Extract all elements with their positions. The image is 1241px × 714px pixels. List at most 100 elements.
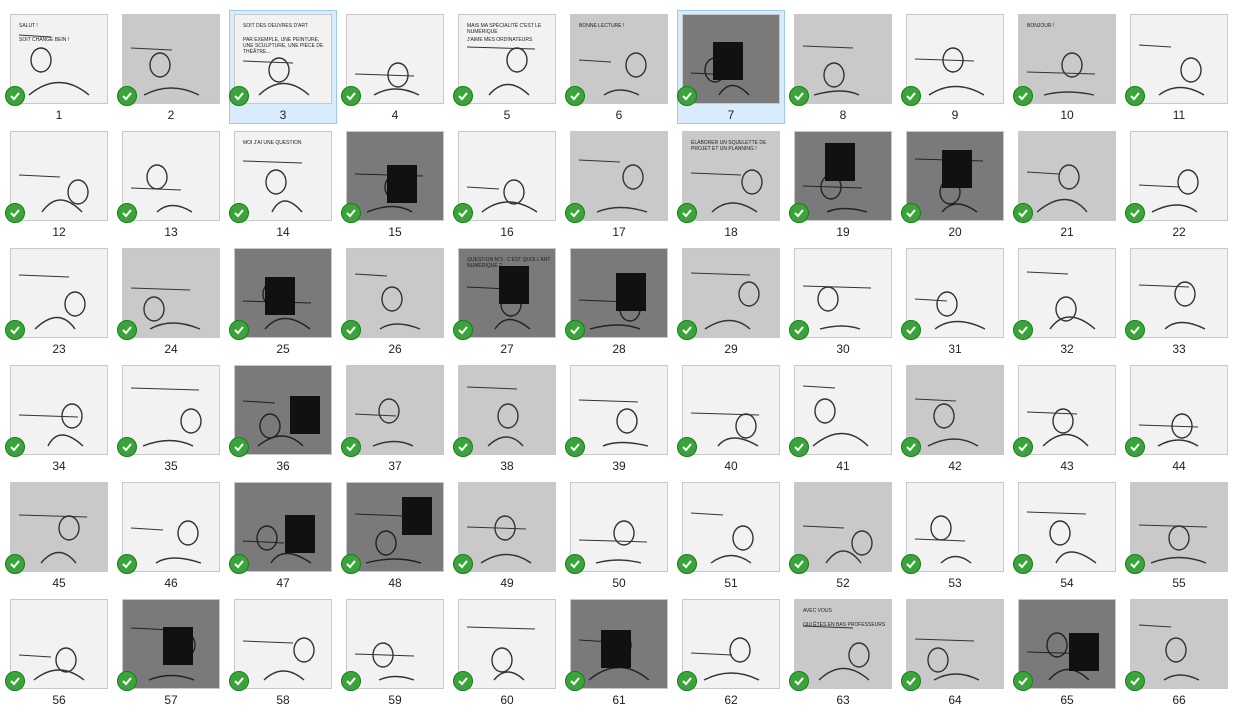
- thumbnail-item[interactable]: 19: [789, 127, 897, 241]
- thumbnail-item[interactable]: 57: [117, 595, 225, 709]
- thumbnail-item[interactable]: 35: [117, 361, 225, 475]
- thumbnail-grid: SALUT ! SOIT CHANGÉ BEIN ! 1 2 SOIT DES OEUV…: [0, 0, 1241, 714]
- thumbnail-item[interactable]: 37: [341, 361, 449, 475]
- thumbnail-item[interactable]: 45: [5, 478, 113, 592]
- thumbnail-item[interactable]: 40: [677, 361, 785, 475]
- green-check-icon: [1013, 203, 1033, 223]
- thumbnail-item[interactable]: 34: [5, 361, 113, 475]
- thumbnail-item[interactable]: 47: [229, 478, 337, 592]
- thumbnail-item[interactable]: 53: [901, 478, 1009, 592]
- thumbnail-label: 16: [500, 225, 514, 239]
- thumbnail-label: 26: [388, 342, 402, 356]
- thumbnail-item[interactable]: 66: [1125, 595, 1233, 709]
- thumbnail-item[interactable]: 7: [677, 10, 785, 124]
- thumbnail-item[interactable]: 11: [1125, 10, 1233, 124]
- thumbnail-item[interactable]: 28: [565, 244, 673, 358]
- thumbnail-image: [1018, 482, 1116, 572]
- thumbnail-item[interactable]: 38: [453, 361, 561, 475]
- thumbnail-item[interactable]: 65: [1013, 595, 1121, 709]
- thumbnail-item[interactable]: 36: [229, 361, 337, 475]
- thumbnail-item[interactable]: 17: [565, 127, 673, 241]
- thumbnail-item[interactable]: 24: [117, 244, 225, 358]
- thumbnail-item[interactable]: 2: [117, 10, 225, 124]
- thumbnail-item[interactable]: 59: [341, 595, 449, 709]
- thumbnail-item[interactable]: 42: [901, 361, 1009, 475]
- green-check-icon: [1125, 203, 1145, 223]
- thumbnail-item[interactable]: 58: [229, 595, 337, 709]
- thumbnail-item[interactable]: MAIS MA SPÉCIALITÉ C'EST LE NUMÉRIQUE J'A…: [453, 10, 561, 124]
- thumbnail-image: QUESTION N°3 : C'EST QUOI L'ART NUMÉRIQU…: [458, 248, 556, 338]
- thumbnail-item[interactable]: 49: [453, 478, 561, 592]
- thumbnail-label: 39: [612, 459, 626, 473]
- green-check-icon: [901, 671, 921, 691]
- thumbnail-item[interactable]: 8: [789, 10, 897, 124]
- green-check-icon: [789, 554, 809, 574]
- thumbnail-item[interactable]: 64: [901, 595, 1009, 709]
- thumbnail-label: 20: [948, 225, 962, 239]
- thumbnail-item[interactable]: AVEC VOUS QUI ÊTES EN BAS PROFESSEURS 63: [789, 595, 897, 709]
- thumbnail-caption: J'AIME MES ORDINATEURS: [467, 37, 533, 43]
- thumbnail-item[interactable]: 16: [453, 127, 561, 241]
- thumbnail-item[interactable]: 30: [789, 244, 897, 358]
- thumbnail-item[interactable]: 44: [1125, 361, 1233, 475]
- thumbnail-item[interactable]: 9: [901, 10, 1009, 124]
- thumbnail-image: [122, 365, 220, 455]
- thumbnail-item[interactable]: 20: [901, 127, 1009, 241]
- green-check-icon: [453, 437, 473, 457]
- thumbnail-image: [570, 482, 668, 572]
- green-check-icon: [5, 671, 25, 691]
- thumbnail-item[interactable]: 15: [341, 127, 449, 241]
- thumbnail-item[interactable]: 54: [1013, 478, 1121, 592]
- thumbnail-image: [1018, 365, 1116, 455]
- thumbnail-item[interactable]: MOI J'AI UNE QUESTION 14: [229, 127, 337, 241]
- thumbnail-item[interactable]: 31: [901, 244, 1009, 358]
- thumbnail-item[interactable]: 13: [117, 127, 225, 241]
- thumbnail-image: [10, 131, 108, 221]
- green-check-icon: [1013, 671, 1033, 691]
- thumbnail-item[interactable]: BONNE LECTURE ! 6: [565, 10, 673, 124]
- green-check-icon: [901, 320, 921, 340]
- thumbnail-item[interactable]: 61: [565, 595, 673, 709]
- thumbnail-item[interactable]: 39: [565, 361, 673, 475]
- thumbnail-item[interactable]: 60: [453, 595, 561, 709]
- thumbnail-item[interactable]: 50: [565, 478, 673, 592]
- thumbnail-item[interactable]: 32: [1013, 244, 1121, 358]
- thumbnail-item[interactable]: 52: [789, 478, 897, 592]
- thumbnail-item[interactable]: 25: [229, 244, 337, 358]
- thumbnail-item[interactable]: 33: [1125, 244, 1233, 358]
- thumbnail-item[interactable]: ÉLABORER UN SQUELETTE DE PROJET ET UN PL…: [677, 127, 785, 241]
- thumbnail-image: [234, 248, 332, 338]
- thumbnail-item[interactable]: 21: [1013, 127, 1121, 241]
- thumbnail-item[interactable]: 12: [5, 127, 113, 241]
- thumbnail-image: [10, 482, 108, 572]
- thumbnail-item[interactable]: 22: [1125, 127, 1233, 241]
- thumbnail-image: [122, 599, 220, 689]
- thumbnail-item[interactable]: 48: [341, 478, 449, 592]
- green-check-icon: [789, 203, 809, 223]
- thumbnail-item[interactable]: 55: [1125, 478, 1233, 592]
- thumbnail-image: [346, 248, 444, 338]
- thumbnail-item[interactable]: SALUT ! SOIT CHANGÉ BEIN ! 1: [5, 10, 113, 124]
- thumbnail-label: 6: [615, 108, 623, 122]
- green-check-icon: [229, 437, 249, 457]
- thumbnail-item[interactable]: 62: [677, 595, 785, 709]
- thumbnail-label: 32: [1060, 342, 1074, 356]
- thumbnail-item[interactable]: 56: [5, 595, 113, 709]
- thumbnail-item[interactable]: 41: [789, 361, 897, 475]
- thumbnail-item[interactable]: 23: [5, 244, 113, 358]
- thumbnail-item[interactable]: BONJOUR ! 10: [1013, 10, 1121, 124]
- thumbnail-item[interactable]: 43: [1013, 361, 1121, 475]
- thumbnail-item[interactable]: 29: [677, 244, 785, 358]
- green-check-icon: [1125, 437, 1145, 457]
- thumbnail-label: 66: [1172, 693, 1186, 707]
- thumbnail-item[interactable]: 4: [341, 10, 449, 124]
- thumbnail-caption: BONNE LECTURE !: [579, 23, 625, 29]
- thumbnail-item[interactable]: QUESTION N°3 : C'EST QUOI L'ART NUMÉRIQU…: [453, 244, 561, 358]
- thumbnail-image: [10, 365, 108, 455]
- thumbnail-item[interactable]: 46: [117, 478, 225, 592]
- thumbnail-label: 2: [167, 108, 175, 122]
- thumbnail-item[interactable]: 26: [341, 244, 449, 358]
- thumbnail-item[interactable]: SOIT DES OEUVRES D'ART PAR EXEMPLE, UNE P…: [229, 10, 337, 124]
- thumbnail-label: 38: [500, 459, 514, 473]
- thumbnail-item[interactable]: 51: [677, 478, 785, 592]
